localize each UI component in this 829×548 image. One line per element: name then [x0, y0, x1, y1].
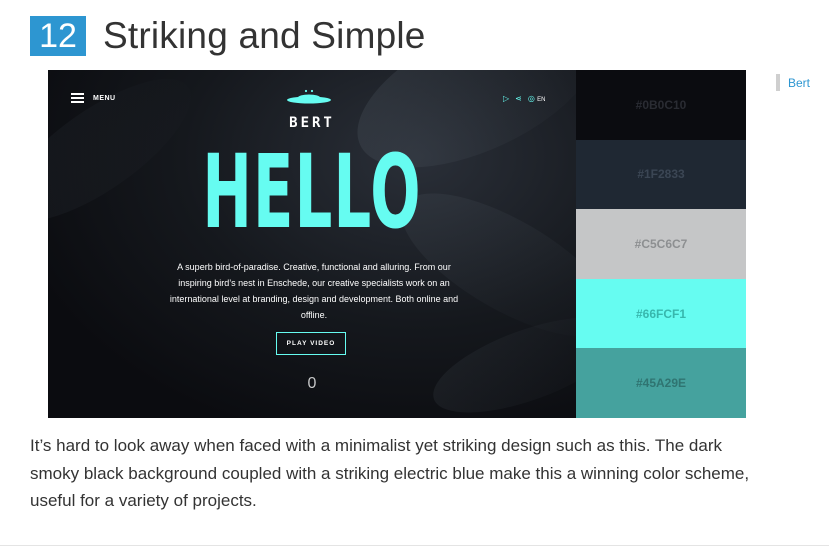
hero-heading: HELLO — [202, 133, 422, 252]
swatch-66fcf1: #66FCF1 — [576, 278, 746, 349]
brand-name: BERT — [289, 115, 335, 131]
hamburger-icon — [71, 93, 84, 103]
swatch-c5c6c7: #C5C6C7 — [576, 209, 746, 279]
language-switch[interactable]: ◎ EN — [528, 94, 546, 103]
article-paragraph: It’s hard to look away when faced with a… — [30, 436, 750, 510]
side-tag: Bert — [776, 74, 810, 91]
slide-counter: 0 — [307, 375, 317, 392]
top-icons: ▷ ⋖ ◎ EN — [503, 94, 545, 103]
menu-label: MENU — [93, 94, 116, 102]
swatch-1f2833: #1F2833 — [576, 139, 746, 210]
share-icon[interactable]: ⋖ — [515, 94, 522, 103]
bird-logo-icon — [287, 89, 331, 104]
play-icon[interactable]: ▷ — [503, 94, 509, 103]
section-heading: 12 Striking and Simple — [30, 14, 426, 58]
divider — [0, 545, 829, 546]
hero-description: A superb bird-of-paradise. Creative, fun… — [169, 262, 459, 320]
swatch-0b0c10: #0B0C10 — [576, 70, 746, 140]
swatch-45a29e: #45A29E — [576, 348, 746, 418]
menu-button[interactable]: MENU — [71, 93, 116, 103]
globe-icon: ◎ — [527, 94, 535, 103]
side-link-bert[interactable]: Bert — [788, 76, 810, 90]
section-title: Striking and Simple — [103, 15, 426, 56]
website-screenshot: MENU BERT ▷ ⋖ ◎ EN HELLO A superb bird-o… — [48, 70, 746, 418]
tag-marker — [776, 74, 780, 91]
color-palette: #0B0C10 #1F2833 #C5C6C7 #66FCF1 #45A29E — [576, 70, 746, 418]
section-number-badge: 12 — [30, 16, 86, 56]
website-preview: MENU BERT ▷ ⋖ ◎ EN HELLO A superb bird-o… — [48, 70, 576, 418]
play-video-button[interactable]: PLAY VIDEO — [276, 332, 346, 355]
language-label: EN — [537, 97, 546, 103]
